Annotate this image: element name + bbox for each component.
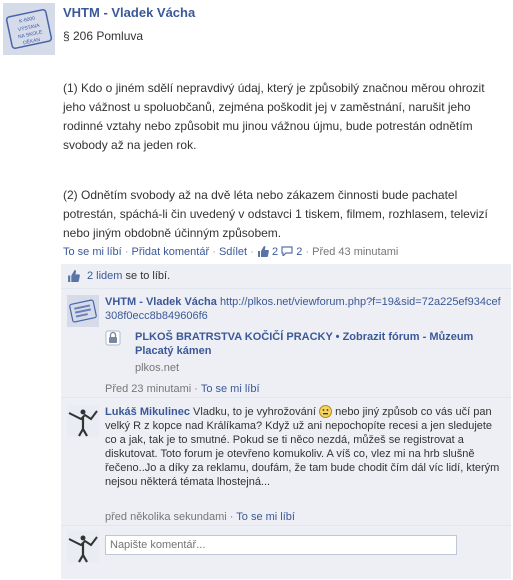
comment-composer	[61, 527, 511, 567]
comment-footer: před několika sekundami · To se mi líbí	[105, 511, 295, 523]
share-footer: Před 23 minutami · To se mi líbí	[105, 383, 260, 395]
add-comment-link[interactable]: Přidat komentář	[131, 246, 209, 258]
thumbs-up-icon	[68, 270, 80, 282]
feedback-panel: 2 lidem se to líbí. VHTM - Vladek Vácha …	[61, 264, 511, 579]
comment-input[interactable]	[105, 535, 457, 555]
comment-like-link[interactable]: To se mi líbí	[236, 511, 295, 523]
comment-item: Lukáš Mikulinec Vladku, to je vyhrožován…	[61, 399, 511, 526]
stamp-avatar-image	[67, 295, 99, 327]
post-author-name[interactable]: VHTM - Vladek Vácha	[63, 5, 195, 20]
like-link[interactable]: To se mi líbí	[63, 246, 122, 258]
shared-link-item: VHTM - Vladek Vácha http://plkos.net/vie…	[61, 290, 511, 398]
like-count[interactable]: 2	[272, 246, 278, 258]
likes-suffix: se to líbí.	[122, 270, 171, 282]
share-author-name[interactable]: VHTM - Vladek Vácha	[105, 296, 217, 308]
smiley-icon	[319, 405, 333, 418]
post-heading: § 206 Pomluva	[63, 29, 144, 43]
share-link[interactable]: Sdílet	[219, 246, 247, 258]
likes-summary-row: 2 lidem se to líbí.	[61, 264, 511, 289]
commenter-avatar[interactable]	[67, 405, 99, 437]
person-silhouette-icon	[67, 405, 99, 437]
stamp-avatar-image: K-6000 VÝSTAVA NA SKOLE DĚKAN	[3, 3, 55, 55]
share-author-avatar[interactable]	[67, 295, 99, 327]
like-count-button[interactable]: 2	[257, 246, 281, 258]
likes-people-link[interactable]: 2 lidem	[87, 270, 122, 282]
commenter-name[interactable]: Lukáš Mikulinec	[105, 406, 190, 418]
attachment-domain: plkos.net	[135, 362, 180, 374]
comment-count-button[interactable]: 2	[281, 246, 305, 258]
viewer-avatar	[67, 531, 99, 563]
person-silhouette-icon	[67, 531, 99, 563]
thumbs-up-icon	[257, 246, 269, 257]
post-paragraph-2: (2) Odnětím svobody až na dvě léta nebo …	[63, 188, 488, 240]
comment-body: Lukáš Mikulinec Vladku, to je vyhrožován…	[105, 405, 500, 489]
post-actions-bar: To se mi líbí · Přidat komentář · Sdílet…	[63, 246, 399, 258]
post-paragraph-1: (1) Kdo o jiném sdělí nepravdivý údaj, k…	[63, 81, 485, 152]
share-timestamp[interactable]: Před 23 minutami	[105, 383, 191, 395]
likes-summary: 2 lidem se to líbí.	[87, 270, 170, 282]
comment-text-part-1: Vladku, to je vyhrožování	[193, 406, 316, 418]
post-timestamp[interactable]: Před 43 minutami	[312, 246, 398, 258]
comment-timestamp[interactable]: před několika sekundami	[105, 511, 227, 523]
attachment-title-link[interactable]: PLKOŠ BRATRSTVA KOČIČÍ PRACKY • Zobrazit…	[135, 330, 475, 358]
comment-text-part-2: nebo jiný způsob co vás učí pan velký R …	[105, 406, 500, 488]
link-attachment-icon	[105, 330, 121, 346]
share-like-link[interactable]: To se mi líbí	[201, 383, 260, 395]
comment-count[interactable]: 2	[296, 246, 302, 258]
share-text: VHTM - Vladek Vácha http://plkos.net/vie…	[105, 295, 505, 323]
post-author-avatar[interactable]: K-6000 VÝSTAVA NA SKOLE DĚKAN	[3, 3, 55, 55]
comment-bubble-icon	[281, 246, 293, 256]
